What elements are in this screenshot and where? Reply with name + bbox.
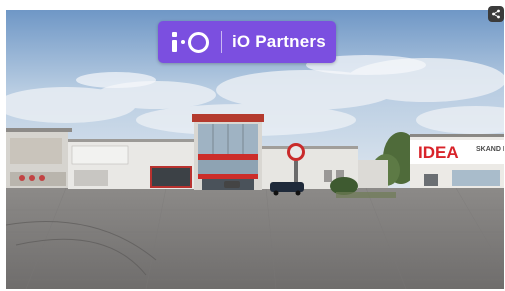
street-view-photo-frame: IDEA SKAND NÁB iO Partners: [6, 10, 504, 289]
share-icon: [492, 9, 500, 19]
idea-sign: IDEA: [418, 143, 459, 162]
io-logo-icon: [172, 30, 209, 54]
share-button[interactable]: [488, 6, 504, 22]
brand-name: iO Partners: [232, 32, 326, 51]
badge-divider: [221, 31, 222, 53]
io-partners-badge[interactable]: iO Partners: [158, 21, 336, 63]
store-subtitle-text: SKAND NÁB: [476, 144, 504, 153]
